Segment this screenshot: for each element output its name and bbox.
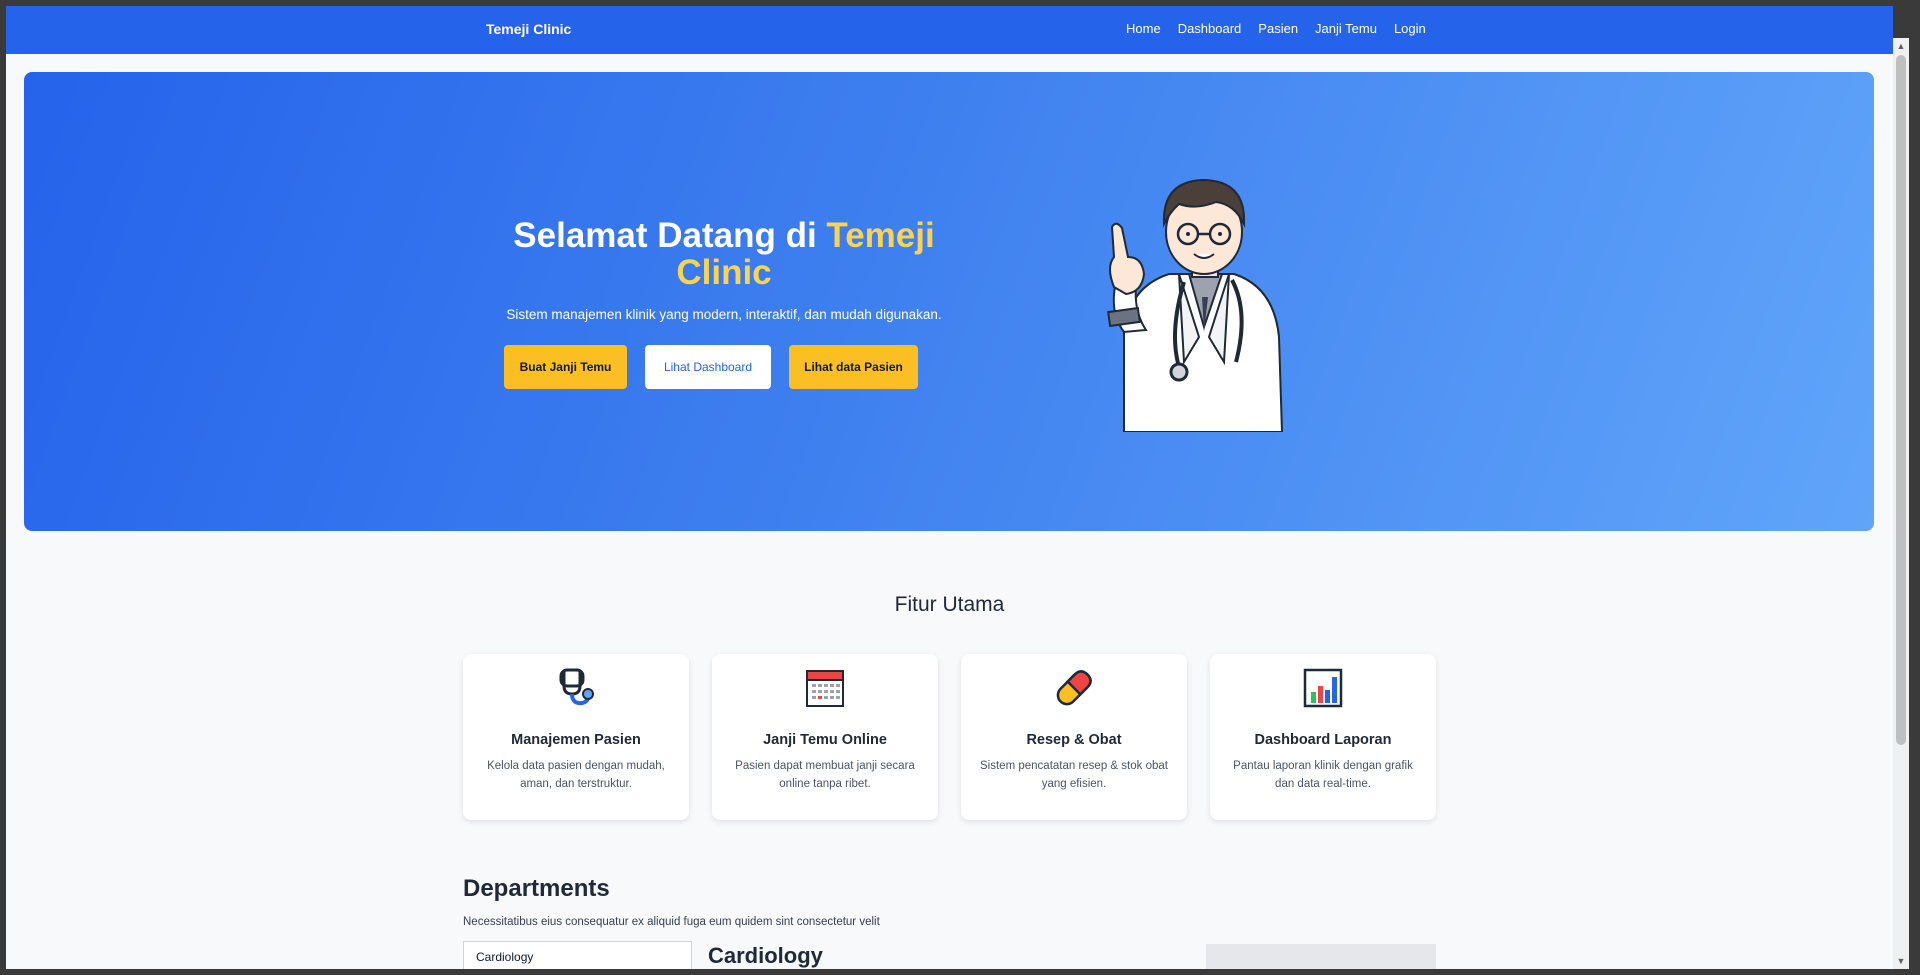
bar-chart-icon — [1303, 668, 1343, 708]
feature-card-desc: Sistem pencatatan resep & stok obat yang… — [980, 760, 1168, 790]
stethoscope-icon — [559, 668, 594, 706]
nav-link-login[interactable]: Login — [1394, 21, 1426, 36]
hero-section: Selamat Datang di Temeji Clinic Sistem m… — [24, 72, 1874, 531]
view-dashboard-button[interactable]: Lihat Dashboard — [645, 345, 771, 389]
departments-description: Necessitatibus eius consequatur ex aliqu… — [463, 916, 880, 928]
feature-card-title: Resep & Obat — [1026, 732, 1122, 748]
feature-card-patients[interactable]: Manajemen Pasien Kelola data pasien deng… — [463, 654, 689, 820]
nav-link-dashboard[interactable]: Dashboard — [1178, 21, 1242, 36]
feature-card-title: Dashboard Laporan — [1254, 732, 1392, 748]
pill-icon — [1056, 670, 1092, 706]
view-patients-button[interactable]: Lihat data Pasien — [789, 345, 918, 389]
feature-card-title: Manajemen Pasien — [511, 732, 641, 748]
department-image — [1206, 944, 1436, 969]
vertical-scrollbar[interactable]: ▲ ▼ — [1893, 38, 1909, 969]
hero-title: Selamat Datang di Temeji Clinic — [464, 217, 984, 291]
scroll-down-arrow-icon[interactable]: ▼ — [1893, 953, 1909, 969]
doctor-illustration — [1107, 178, 1284, 432]
nav-link-home[interactable]: Home — [1126, 21, 1161, 36]
feature-card-appointments[interactable]: Janji Temu Online Pasien dapat membuat j… — [712, 654, 938, 820]
navbar: Temeji Clinic Home Dashboard Pasien Janj… — [6, 6, 1893, 54]
browser-viewport: Temeji Clinic Home Dashboard Pasien Janj… — [6, 6, 1893, 969]
make-appointment-button[interactable]: Buat Janji Temu — [504, 345, 627, 389]
hero-subtitle: Sistem manajemen klinik yang modern, int… — [506, 307, 942, 322]
departments-title: Departments — [463, 875, 610, 902]
feature-card-reports[interactable]: Dashboard Laporan Pantau laporan klinik … — [1210, 654, 1436, 820]
feature-card-desc: Pantau laporan klinik dengan grafik dan … — [1233, 760, 1413, 790]
department-heading: Cardiology — [708, 943, 823, 968]
nav-links: Home Dashboard Pasien Janji Temu Login — [1126, 21, 1426, 36]
features-title: Fitur Utama — [894, 593, 1005, 616]
department-tab-cardiology[interactable]: Cardiology — [463, 941, 692, 969]
nav-link-janji-temu[interactable]: Janji Temu — [1315, 21, 1377, 36]
nav-link-pasien[interactable]: Pasien — [1258, 21, 1298, 36]
scroll-thumb[interactable] — [1896, 55, 1906, 745]
feature-card-desc: Kelola data pasien dengan mudah, aman, d… — [487, 760, 665, 790]
brand-logo[interactable]: Temeji Clinic — [486, 21, 571, 37]
hero-title-prefix: Selamat Datang di — [513, 216, 827, 255]
feature-card-title: Janji Temu Online — [763, 732, 887, 748]
feature-card-desc: Pasien dapat membuat janji secara online… — [735, 760, 915, 790]
scroll-up-arrow-icon[interactable]: ▲ — [1893, 38, 1909, 54]
feature-card-prescriptions[interactable]: Resep & Obat Sistem pencatatan resep & s… — [961, 654, 1187, 820]
calendar-icon — [806, 670, 844, 707]
